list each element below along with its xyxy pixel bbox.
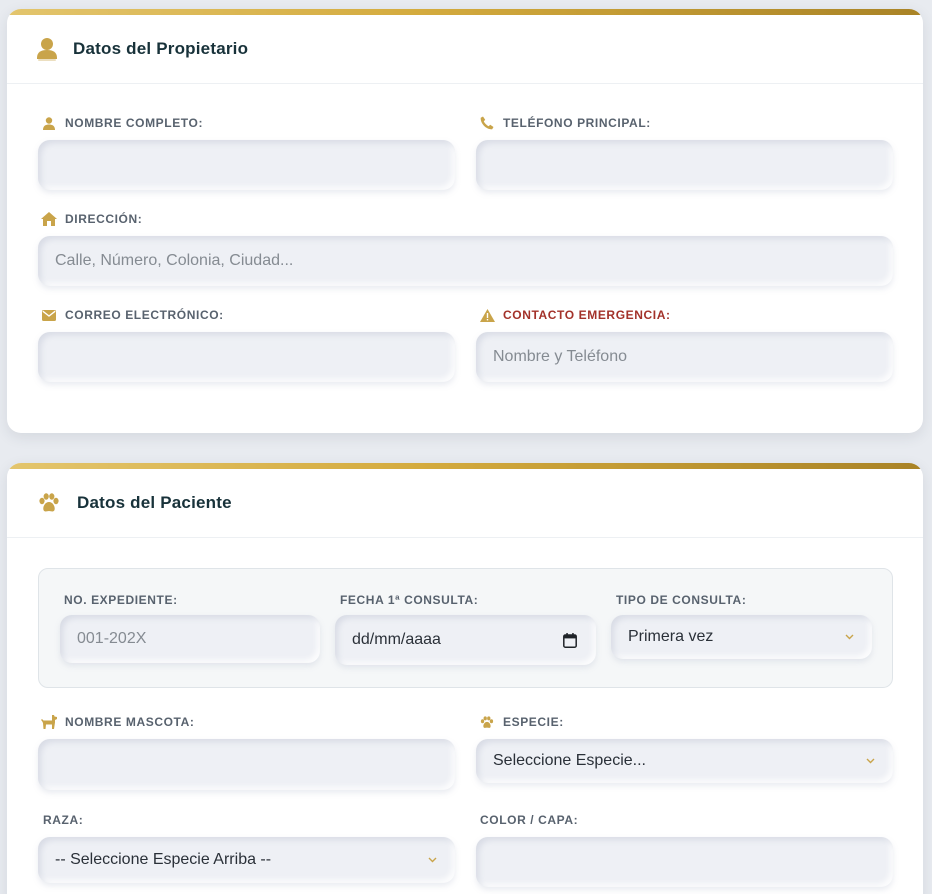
expediente-label: NO. EXPEDIENTE: <box>64 593 178 607</box>
raza-label: RAZA: <box>43 813 84 827</box>
emergencia-input[interactable]: Nombre y Teléfono <box>476 332 893 382</box>
nombre-input[interactable] <box>38 140 455 190</box>
dog-icon <box>41 715 57 729</box>
owner-section-title: Datos del Propietario <box>73 39 249 58</box>
correo-input[interactable] <box>38 332 455 382</box>
direccion-label: DIRECCIÓN: <box>41 211 142 227</box>
direccion-input[interactable]: Calle, Número, Colonia, Ciudad... <box>38 236 893 286</box>
raza-select[interactable]: -- Seleccione Especie Arriba -- <box>38 837 455 883</box>
emergencia-label: CONTACTO EMERGENCIA: <box>479 307 671 323</box>
telefono-input[interactable] <box>476 140 893 190</box>
patient-section-title: Datos del Paciente <box>77 493 232 512</box>
mascota-input[interactable] <box>38 739 455 790</box>
record-panel: NO. EXPEDIENTE: 001-202X FECHA 1ª CONSUL… <box>38 568 893 688</box>
paw-icon <box>479 715 495 729</box>
patient-card: Datos del Paciente NO. EXPEDIENTE: 001-2… <box>7 463 923 894</box>
correo-label: CORREO ELECTRÓNICO: <box>41 307 224 323</box>
chevron-down-icon <box>844 632 854 642</box>
owner-card-header: Datos del Propietario <box>7 15 923 84</box>
color-label: COLOR / CAPA: <box>480 813 579 827</box>
telefono-label: TELÉFONO PRINCIPAL: <box>479 115 651 131</box>
fecha-label: FECHA 1ª CONSULTA: <box>340 593 479 607</box>
owner-card: Datos del Propietario NOMBRE COMPLETO: T… <box>7 9 923 433</box>
nombre-label: NOMBRE COMPLETO: <box>41 115 203 131</box>
calendar-icon[interactable] <box>562 632 578 648</box>
especie-label: ESPECIE: <box>479 714 564 730</box>
mascota-label: NOMBRE MASCOTA: <box>41 714 194 730</box>
user-icon <box>37 37 57 61</box>
expediente-input[interactable]: 001-202X <box>60 615 320 663</box>
chevron-down-icon <box>865 756 875 766</box>
tipo-label: TIPO DE CONSULTA: <box>616 593 747 607</box>
chevron-down-icon <box>427 855 437 865</box>
home-icon <box>41 212 57 226</box>
phone-icon <box>479 116 495 130</box>
color-input[interactable] <box>476 837 893 887</box>
tipo-select[interactable]: Primera vez <box>611 615 872 659</box>
patient-card-header: Datos del Paciente <box>7 469 923 538</box>
especie-select[interactable]: Seleccione Especie... <box>476 739 893 783</box>
fecha-input[interactable]: dd/mm/aaaa <box>335 615 596 665</box>
envelope-icon <box>41 308 57 322</box>
user-icon <box>41 116 57 130</box>
paw-icon <box>37 491 61 515</box>
warning-triangle-icon <box>479 308 495 322</box>
